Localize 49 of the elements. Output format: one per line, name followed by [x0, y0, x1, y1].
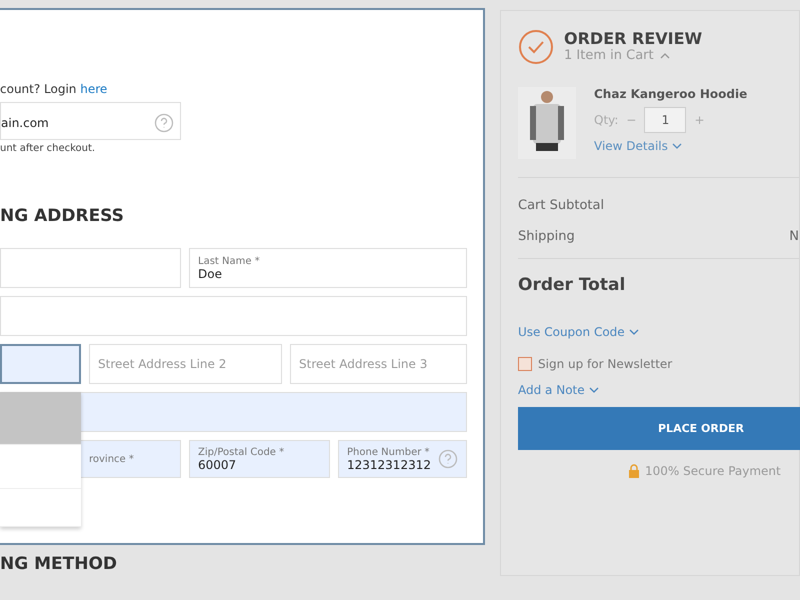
dropdown-option[interactable]: [0, 489, 81, 527]
newsletter-label: Sign up for Newsletter: [518, 357, 799, 371]
dropdown-option[interactable]: [0, 445, 81, 489]
input-field[interactable]: Zip/Postal Code * 60007: [189, 440, 330, 478]
input-field[interactable]: Street Address Line 2: [89, 344, 282, 384]
field-label: Last Name *: [198, 256, 260, 266]
help-icon[interactable]: [154, 113, 174, 133]
place-order-button[interactable]: PLACE ORDER: [518, 407, 800, 450]
input-field[interactable]: [0, 344, 81, 384]
dropdown-option[interactable]: [0, 392, 81, 445]
product-name: Chaz Kangeroo Hoodie: [594, 87, 748, 101]
input-field[interactable]: Street Address Line 3: [290, 344, 467, 384]
secure-payment-text: 100% Secure Payment: [645, 464, 781, 478]
login-link[interactable]: here: [80, 82, 108, 96]
section-heading: NG METHOD: [0, 554, 118, 574]
field-placeholder: Street Address Line 2: [98, 357, 226, 371]
cart-count: 1 Item in Cart: [564, 48, 654, 63]
chevron-down-icon: [672, 143, 682, 149]
field-label: rovince *: [89, 454, 134, 464]
field-placeholder: Street Address Line 3: [299, 357, 428, 371]
shipping-label: Shipping: [518, 229, 575, 244]
checkbox[interactable]: [518, 357, 532, 371]
field-value: ain.com: [1, 116, 49, 130]
field-label: Zip/Postal Code *: [198, 446, 284, 458]
order-review-title: ORDER REVIEW: [564, 29, 702, 48]
field-value: 60007: [198, 458, 238, 472]
field-value: Doe: [198, 266, 223, 280]
order-total-label: Order Total: [518, 275, 626, 295]
subtotal-label: Cart Subtotal: [518, 198, 604, 213]
email-hint: unt after checkout.: [0, 143, 96, 154]
input-field[interactable]: Last Name * Doe: [189, 248, 467, 288]
chevron-up-icon: [660, 53, 670, 59]
help-icon[interactable]: [438, 449, 458, 469]
qty-label: Qty:: [594, 113, 618, 127]
section-heading: NG ADDRESS: [0, 206, 125, 226]
field-label: Phone Number *: [347, 446, 431, 458]
login-prompt: count? Login here: [0, 82, 108, 96]
shipping-value: N: [789, 229, 799, 244]
coupon-link[interactable]: Use Coupon Code: [518, 325, 799, 339]
add-note-link[interactable]: Add a Note: [518, 383, 799, 397]
email-field[interactable]: ain.com: [0, 102, 181, 140]
chevron-down-icon: [628, 329, 639, 335]
field-value: 12312312312: [347, 458, 431, 472]
input-field[interactable]: Phone Number * 12312312312: [338, 440, 467, 478]
check-circle-icon: [518, 29, 554, 65]
chevron-down-icon: [588, 387, 599, 393]
view-details-link[interactable]: View Details: [594, 139, 748, 153]
qty-field[interactable]: 1: [644, 107, 686, 133]
lock-icon: [628, 464, 640, 478]
